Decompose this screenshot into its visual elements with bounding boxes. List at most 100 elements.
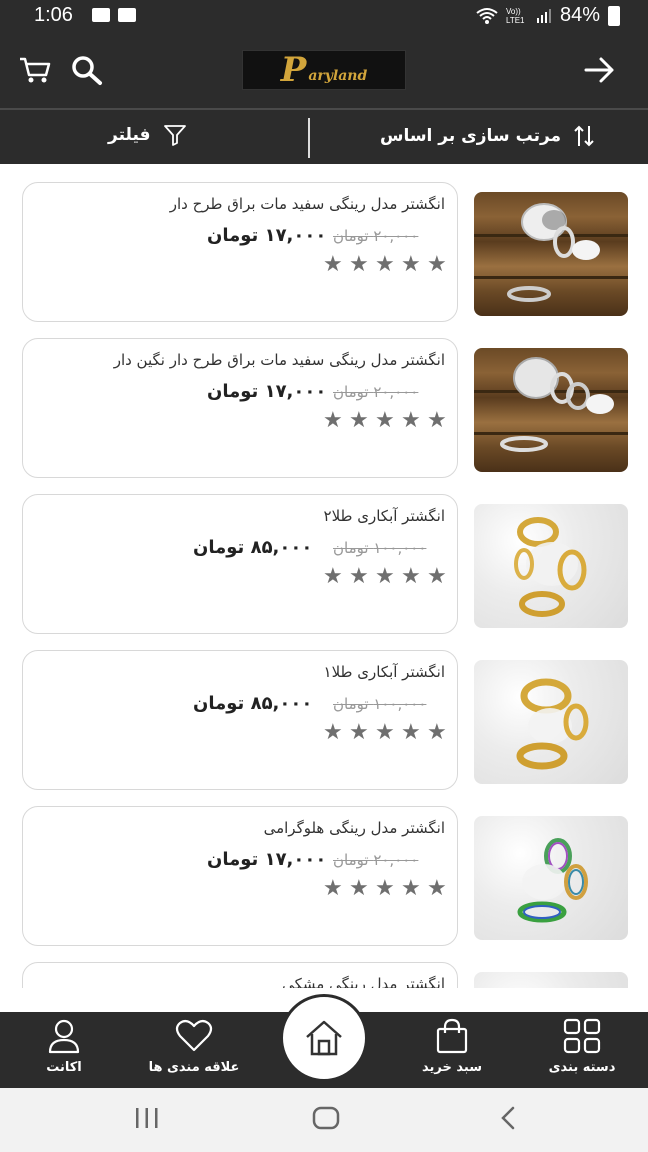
product-title: انگشتر مدل رینگی مشکی: [282, 975, 445, 988]
filter-label: فیلتر: [108, 125, 151, 145]
product-image[interactable]: [474, 348, 628, 472]
user-icon: [48, 1019, 80, 1054]
product-image[interactable]: [474, 816, 628, 940]
star-icon: ★: [349, 876, 369, 901]
star-icon: ★: [401, 720, 421, 745]
heart-icon: [175, 1019, 213, 1052]
product-price: ۱۷,۰۰۰ تومان: [207, 849, 327, 870]
rating-stars: ★ ★ ★ ★ ★: [323, 876, 447, 901]
arrow-right-icon[interactable]: [584, 56, 616, 84]
nav-categories-label: دسته بندی: [548, 1060, 616, 1075]
product-title: انگشتر مدل رینگی سفید مات براق طرح دار: [169, 195, 445, 213]
star-icon: ★: [349, 252, 369, 277]
system-nav-bar: [0, 1088, 648, 1152]
star-icon: ★: [323, 564, 343, 589]
home-icon: [306, 1020, 342, 1056]
star-icon: ★: [375, 720, 395, 745]
rating-stars: ★ ★ ★ ★ ★: [323, 564, 447, 589]
product-price: ۱۷,۰۰۰ تومان: [207, 381, 327, 402]
nav-account[interactable]: اکانت: [14, 1018, 114, 1075]
product-image[interactable]: [474, 972, 628, 988]
wifi-icon: [476, 7, 498, 24]
star-icon: ★: [349, 720, 369, 745]
product-old-price: ۱۰۰,۰۰۰ تومان: [333, 695, 427, 713]
product-old-price: ۲۰,۰۰۰ تومان: [333, 227, 419, 245]
star-icon: ★: [323, 876, 343, 901]
nav-wishlist[interactable]: علاقه مندی ها: [144, 1018, 244, 1075]
star-icon: ★: [401, 876, 421, 901]
product-title: انگشتر مدل رینگی هلوگرامی: [263, 819, 445, 837]
product-old-price: ۲۰,۰۰۰ تومان: [333, 383, 419, 401]
star-icon: ★: [401, 564, 421, 589]
back-icon[interactable]: [498, 1106, 518, 1130]
product-card[interactable]: انگشتر آبکاری طلا۲ ۱۰۰,۰۰۰ تومان ۸۵,۰۰۰ …: [22, 494, 458, 634]
status-bar: 1:06 Vo)) LTE1 84%: [0, 0, 648, 32]
product-card[interactable]: انگشتر آبکاری طلا۱ ۱۰۰,۰۰۰ تومان ۸۵,۰۰۰ …: [22, 650, 458, 790]
signal-icon: [536, 8, 551, 23]
cart-icon[interactable]: [18, 56, 52, 84]
notification-icons: [92, 8, 136, 22]
recents-icon[interactable]: [134, 1106, 160, 1130]
app-header: P aryland: [0, 32, 648, 108]
star-icon: ★: [375, 252, 395, 277]
star-icon: ★: [349, 408, 369, 433]
sort-label: مرتب سازی بر اساس: [380, 126, 562, 146]
nav-cart-label: سبد خرید: [422, 1060, 482, 1075]
star-icon: ★: [401, 408, 421, 433]
star-icon: ★: [427, 252, 447, 277]
home-circle-icon[interactable]: [312, 1106, 340, 1130]
product-price: ۱۷,۰۰۰ تومان: [207, 225, 327, 246]
product-list: انگشتر مدل رینگی سفید مات براق طرح دار ۲…: [0, 164, 648, 988]
image-notification-icon: [92, 8, 110, 22]
product-image[interactable]: [474, 192, 628, 316]
network-label: Vo)) LTE1: [505, 6, 525, 25]
star-icon: ★: [427, 876, 447, 901]
nav-account-label: اکانت: [46, 1060, 82, 1075]
product-title: انگشتر آبکاری طلا۲: [323, 507, 445, 525]
nav-wishlist-label: علاقه مندی ها: [148, 1060, 240, 1075]
rating-stars: ★ ★ ★ ★ ★: [323, 720, 447, 745]
star-icon: ★: [375, 564, 395, 589]
sort-filter-bar: فیلتر مرتب سازی بر اساس: [0, 108, 648, 164]
rating-stars: ★ ★ ★ ★ ★: [323, 408, 447, 433]
nav-home-button[interactable]: [280, 994, 368, 1082]
product-old-price: ۱۰۰,۰۰۰ تومان: [333, 539, 427, 557]
app-logo[interactable]: P aryland: [242, 50, 406, 90]
sort-button[interactable]: مرتب سازی بر اساس: [380, 124, 595, 148]
product-image[interactable]: [474, 660, 628, 784]
product-card[interactable]: انگشتر مدل رینگی هلوگرامی ۲۰,۰۰۰ تومان ۱…: [22, 806, 458, 946]
product-price: ۸۵,۰۰۰ تومان: [193, 537, 313, 558]
battery-icon: [608, 5, 620, 26]
nav-categories[interactable]: دسته بندی: [532, 1018, 632, 1075]
message-notification-icon: [118, 8, 136, 22]
search-icon[interactable]: [70, 54, 104, 86]
grid-icon: [563, 1018, 601, 1054]
star-icon: ★: [323, 408, 343, 433]
product-image[interactable]: [474, 504, 628, 628]
product-card[interactable]: انگشتر مدل رینگی مشکی: [22, 962, 458, 988]
logo-letter: P: [280, 50, 307, 90]
nav-cart[interactable]: سبد خرید: [402, 1018, 502, 1075]
star-icon: ★: [323, 720, 343, 745]
star-icon: ★: [427, 720, 447, 745]
logo-text: aryland: [308, 68, 368, 84]
filter-icon: [163, 125, 186, 146]
product-card[interactable]: انگشتر مدل رینگی سفید مات براق طرح دار ن…: [22, 338, 458, 478]
battery-percent: 84%: [559, 4, 600, 26]
sort-icon: [574, 125, 594, 147]
star-icon: ★: [323, 252, 343, 277]
product-title: انگشتر مدل رینگی سفید مات براق طرح دار ن…: [113, 351, 445, 369]
toolbar-divider: [308, 118, 310, 158]
product-title: انگشتر آبکاری طلا۱: [323, 663, 445, 681]
star-icon: ★: [427, 408, 447, 433]
star-icon: ★: [349, 564, 369, 589]
star-icon: ★: [375, 876, 395, 901]
product-old-price: ۲۰,۰۰۰ تومان: [333, 851, 419, 869]
rating-stars: ★ ★ ★ ★ ★: [323, 252, 447, 277]
product-price: ۸۵,۰۰۰ تومان: [193, 693, 313, 714]
status-time: 1:06: [34, 4, 73, 26]
product-card[interactable]: انگشتر مدل رینگی سفید مات براق طرح دار ۲…: [22, 182, 458, 322]
star-icon: ★: [427, 564, 447, 589]
filter-button[interactable]: فیلتر: [108, 124, 187, 146]
star-icon: ★: [401, 252, 421, 277]
